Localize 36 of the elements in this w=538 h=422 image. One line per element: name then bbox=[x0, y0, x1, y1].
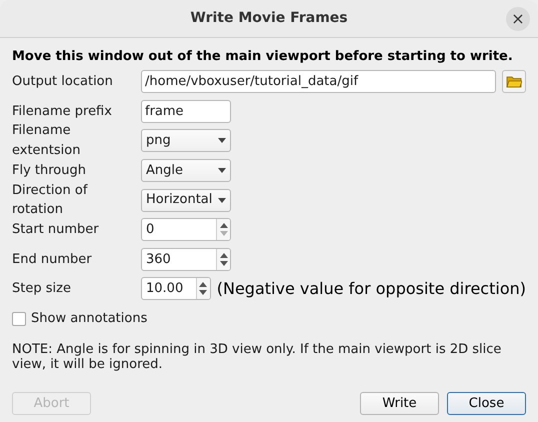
text-field[interactable]: frame bbox=[141, 100, 231, 123]
dropdown-arrow-icon bbox=[218, 168, 226, 174]
abort-button: Abort bbox=[12, 392, 91, 415]
field-label: Step size bbox=[12, 280, 72, 298]
dialog-close-button[interactable]: Close bbox=[447, 392, 526, 415]
text-field[interactable]: /home/vboxuser/tutorial_data/gif bbox=[141, 70, 496, 94]
write-button[interactable]: Write bbox=[360, 392, 439, 415]
dropdown[interactable]: png bbox=[141, 129, 231, 152]
field-label: Filename prefix bbox=[12, 102, 113, 121]
field-label: Filename extentsion bbox=[12, 122, 82, 160]
instruction-heading: Move this window out of the main viewport before starting to write. bbox=[12, 48, 514, 65]
field-label: Fly through bbox=[12, 162, 87, 180]
field-label: Start number bbox=[12, 221, 100, 240]
note-text: NOTE: Angle is for spinning in 3D view only. If the main viewport is 2D slice view, it will be ignored. bbox=[12, 342, 502, 372]
dropdown[interactable]: Angle bbox=[141, 159, 231, 182]
dropdown[interactable]: Horizontal bbox=[141, 188, 231, 212]
increment-arrow-icon[interactable] bbox=[220, 252, 228, 258]
spin-box[interactable]: 10.00 bbox=[141, 277, 211, 300]
checkbox[interactable] bbox=[12, 312, 26, 326]
increment-arrow-icon[interactable] bbox=[199, 282, 208, 288]
dropdown-arrow-icon bbox=[218, 198, 226, 203]
spin-box[interactable]: 0 bbox=[141, 218, 231, 242]
browse-folder-button[interactable] bbox=[502, 70, 526, 94]
field-label: Direction of rotation bbox=[12, 182, 89, 220]
field-label: End number bbox=[12, 250, 93, 269]
folder-icon bbox=[506, 74, 522, 89]
field-label: Output location bbox=[12, 73, 114, 92]
checkbox-label: Show annotations bbox=[31, 310, 148, 328]
decrement-arrow-icon[interactable] bbox=[199, 290, 208, 296]
dropdown-arrow-icon bbox=[218, 138, 226, 144]
increment-arrow-icon[interactable] bbox=[220, 223, 228, 228]
close-button[interactable]: × bbox=[506, 7, 530, 31]
window-title: Write Movie Frames bbox=[190, 9, 348, 28]
spin-box[interactable]: 360 bbox=[141, 248, 231, 271]
decrement-arrow-icon[interactable] bbox=[220, 260, 228, 266]
hint-text: (Negative value for opposite direction) bbox=[216, 278, 526, 300]
